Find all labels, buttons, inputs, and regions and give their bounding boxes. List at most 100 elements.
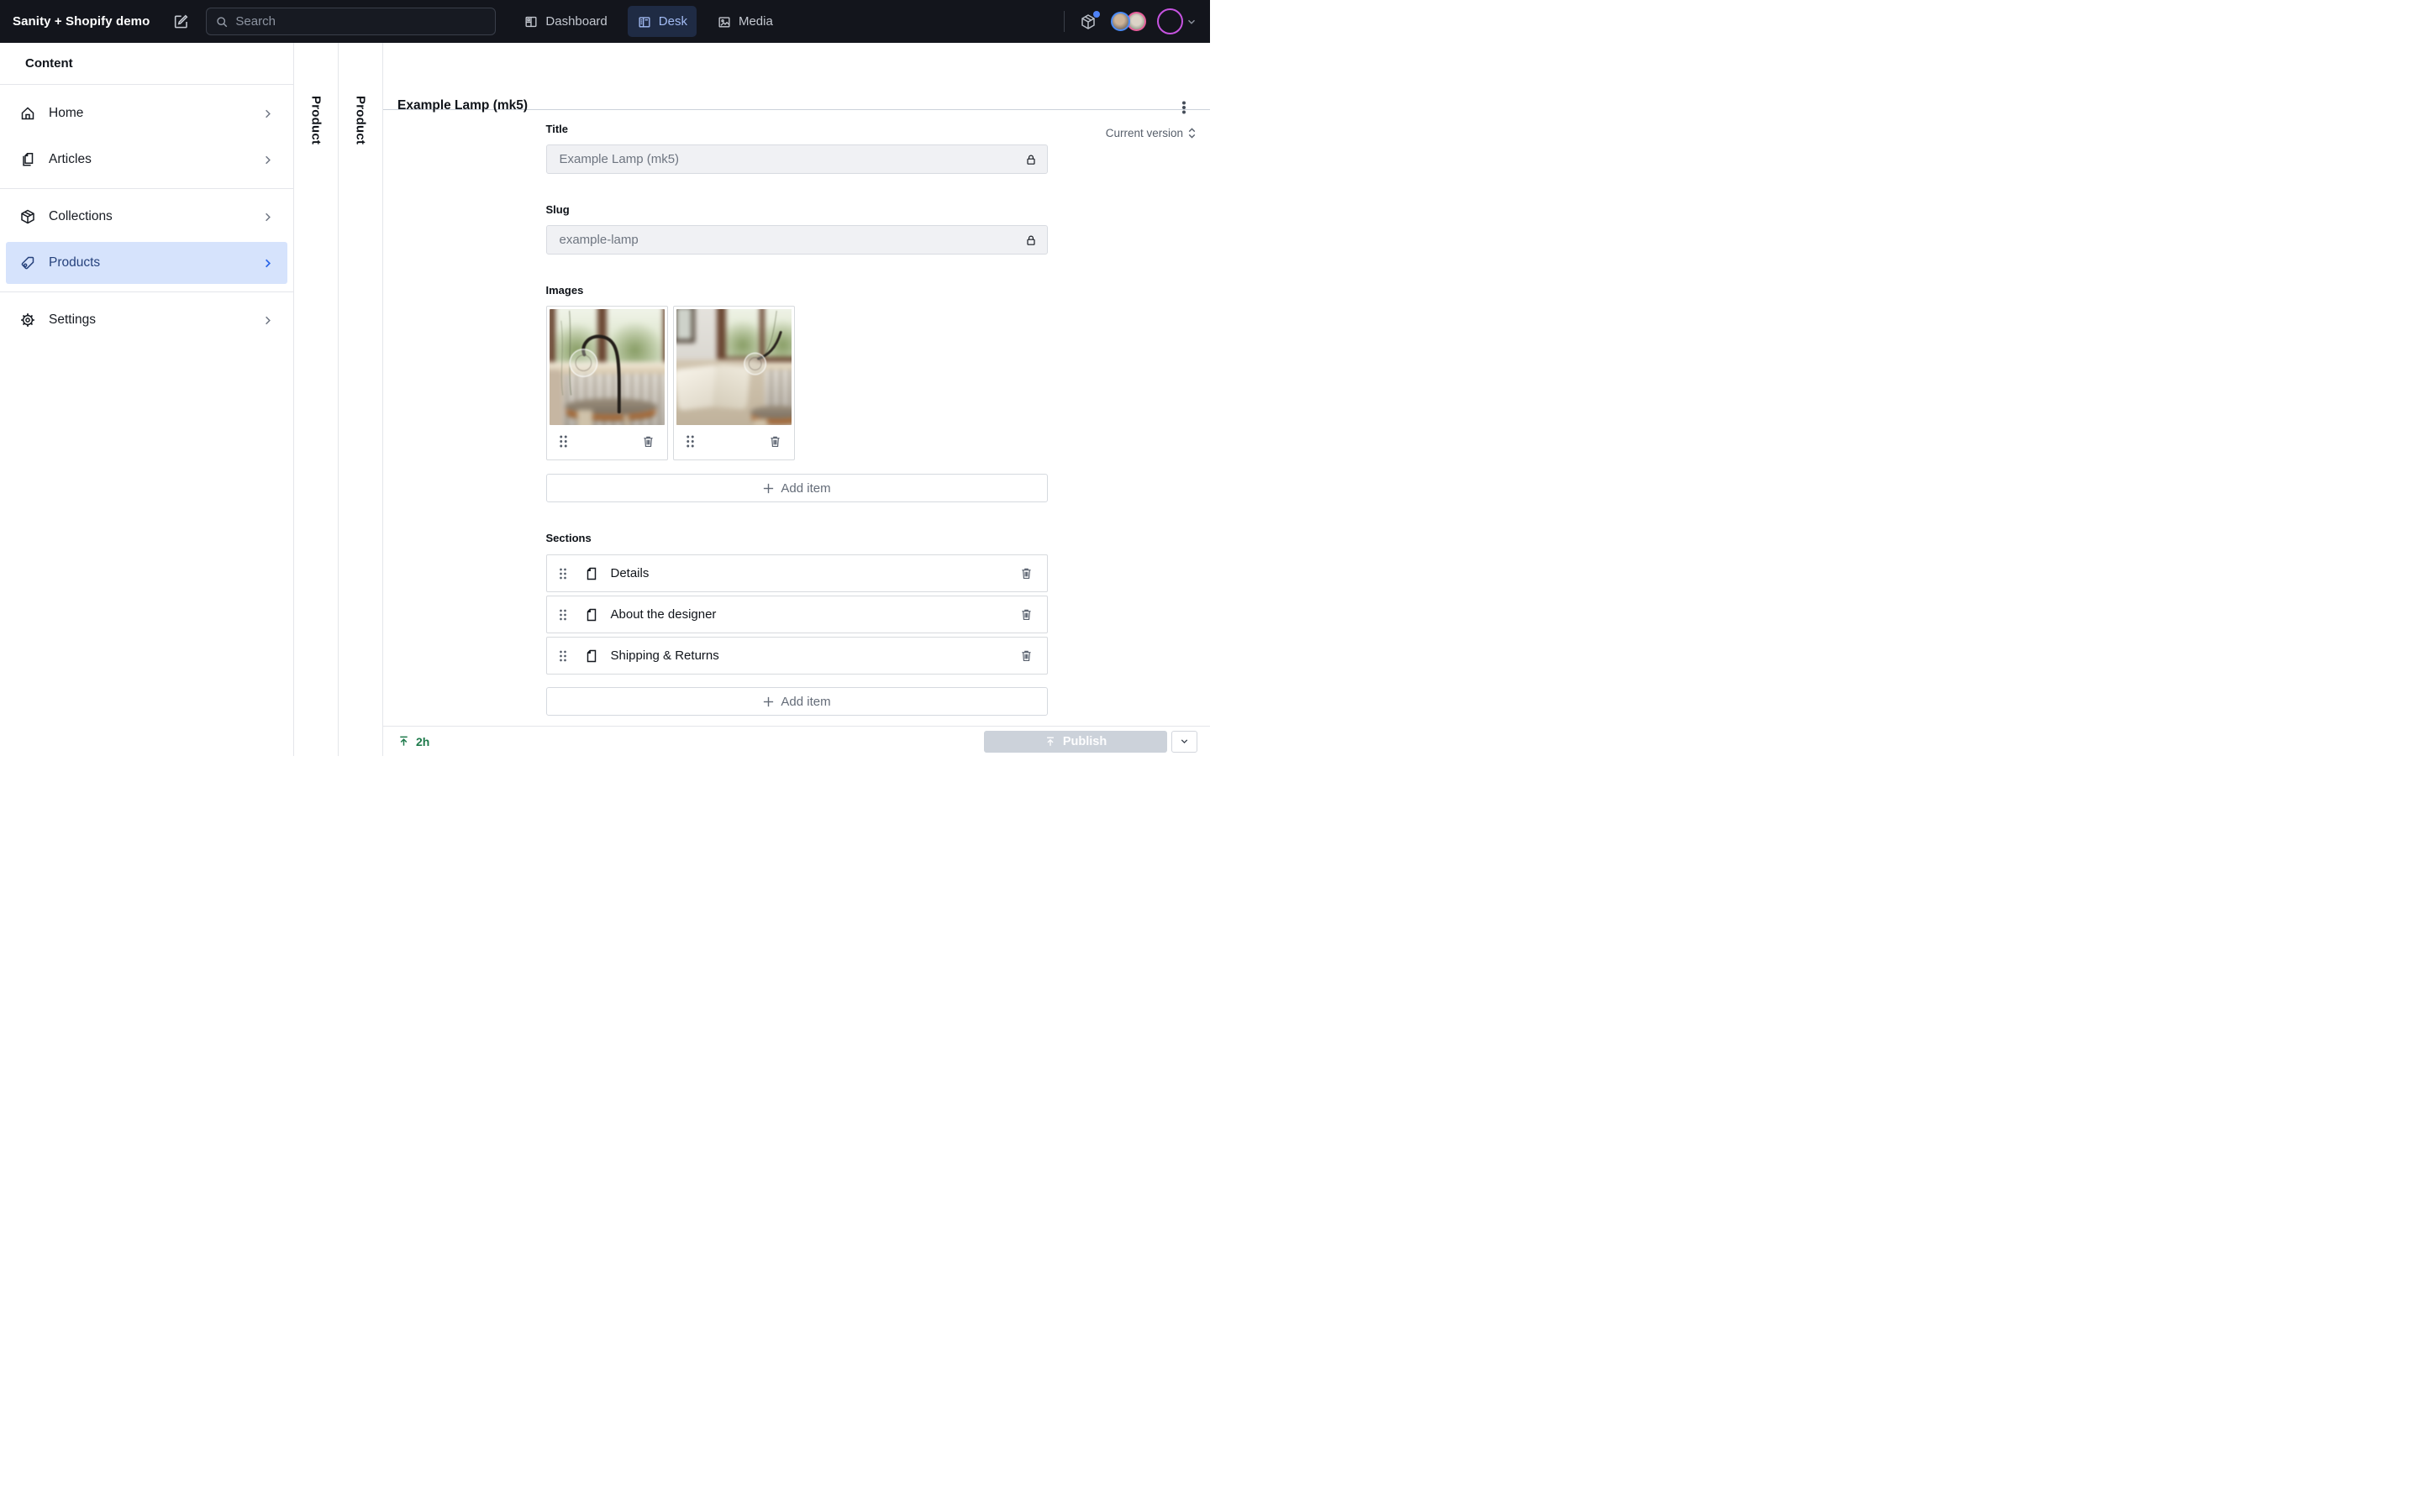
- document-icon: [584, 566, 599, 581]
- image-preview[interactable]: [676, 309, 792, 425]
- drag-handle-icon[interactable]: [557, 565, 569, 582]
- chevron-down-icon[interactable]: [1186, 16, 1197, 28]
- publish-button[interactable]: Publish: [984, 731, 1167, 753]
- drag-handle-icon[interactable]: [557, 606, 569, 623]
- studio-body: Content Home: [0, 43, 1210, 756]
- collapsed-pane-label: Product: [309, 96, 324, 144]
- search-input[interactable]: [235, 14, 487, 29]
- workspace-title[interactable]: Sanity + Shopify demo: [13, 14, 150, 29]
- last-published-time: 2h: [416, 735, 429, 748]
- document-header: Example Lamp (mk5) Current version: [383, 43, 1210, 110]
- collections-icon: [19, 208, 36, 225]
- field-sections: Sections: [546, 532, 1048, 716]
- notification-dot: [1093, 11, 1100, 18]
- trash-icon: [1019, 607, 1034, 622]
- document-menu-button[interactable]: [1174, 97, 1194, 118]
- chevron-right-icon: [261, 108, 274, 120]
- section-item-row[interactable]: Details: [546, 554, 1048, 592]
- sidebar-item-label: Settings: [49, 312, 96, 328]
- presence-avatars[interactable]: [1111, 12, 1146, 31]
- trash-icon: [1019, 648, 1034, 663]
- title-input[interactable]: [546, 144, 1048, 174]
- new-document-button[interactable]: [169, 9, 193, 34]
- global-search: [206, 8, 496, 35]
- publish-menu-button[interactable]: [1171, 731, 1197, 753]
- section-title: Details: [611, 566, 650, 580]
- field-label: Title: [546, 123, 1048, 135]
- sidebar-item-settings[interactable]: Settings: [0, 299, 293, 341]
- user-avatar[interactable]: [1157, 8, 1183, 34]
- delete-image-button[interactable]: [766, 433, 784, 450]
- sidebar-item-label: Home: [49, 106, 83, 121]
- section-item-row[interactable]: Shipping & Returns: [546, 637, 1048, 675]
- chevron-down-icon: [1179, 736, 1190, 747]
- tab-label: Desk: [659, 14, 687, 29]
- drag-handle-icon[interactable]: [557, 433, 570, 450]
- sidebar-item-collections[interactable]: Collections: [0, 196, 293, 238]
- last-published-status[interactable]: 2h: [397, 735, 429, 748]
- tab-label: Dashboard: [545, 14, 607, 29]
- document-title: Example Lamp (mk5): [397, 98, 528, 113]
- sidebar-item-label: Collections: [49, 209, 113, 224]
- media-icon: [717, 14, 732, 29]
- tab-label: Media: [739, 14, 773, 29]
- sidebar-item-home[interactable]: Home: [0, 92, 293, 134]
- document-icon: [584, 607, 599, 622]
- add-image-button[interactable]: Add item: [546, 474, 1048, 502]
- version-selector[interactable]: Current version: [1106, 127, 1197, 139]
- field-title: Title: [546, 123, 1048, 174]
- topbar-divider: [1064, 11, 1065, 32]
- delete-image-button[interactable]: [639, 433, 657, 450]
- image-item-card: [546, 306, 668, 460]
- trash-icon: [641, 434, 655, 449]
- document-editor-pane: Example Lamp (mk5) Current version: [383, 43, 1210, 756]
- add-section-button[interactable]: Add item: [546, 687, 1048, 716]
- sidebar-item-articles[interactable]: Articles: [0, 139, 293, 181]
- desk-icon: [637, 14, 652, 29]
- articles-icon: [19, 151, 36, 168]
- sidebar-item-products[interactable]: Products: [6, 242, 287, 284]
- home-icon: [19, 105, 36, 122]
- tab-media[interactable]: Media: [708, 6, 782, 37]
- sidebar-divider: [0, 188, 293, 189]
- search-icon: [215, 15, 229, 29]
- collapsed-pane-product-list[interactable]: Product: [294, 43, 339, 756]
- section-title: Shipping & Returns: [611, 648, 719, 663]
- dashboard-icon: [523, 14, 539, 29]
- document-footer: 2h Publish: [383, 726, 1210, 756]
- tab-desk[interactable]: Desk: [628, 6, 697, 37]
- publish-arrow-icon: [1044, 736, 1056, 748]
- image-item-card: [673, 306, 795, 460]
- trash-icon: [768, 434, 782, 449]
- field-label: Slug: [546, 203, 1048, 216]
- resources-menu-button[interactable]: [1076, 9, 1101, 34]
- add-item-label: Add item: [781, 695, 830, 709]
- tag-icon: [19, 255, 36, 271]
- pane-header: Content: [0, 43, 293, 85]
- publish-arrow-icon: [397, 735, 410, 748]
- drag-handle-icon[interactable]: [684, 433, 697, 450]
- avatar: [1111, 12, 1130, 31]
- image-preview[interactable]: [550, 309, 665, 425]
- delete-section-button[interactable]: [1018, 647, 1035, 664]
- compose-icon: [172, 13, 190, 30]
- gear-icon: [19, 312, 36, 328]
- trash-icon: [1019, 566, 1034, 580]
- pane-title: Content: [25, 56, 73, 71]
- plus-icon: [762, 482, 775, 495]
- collapsed-pane-label: Product: [354, 96, 368, 144]
- drag-handle-icon[interactable]: [557, 648, 569, 664]
- delete-section-button[interactable]: [1018, 606, 1035, 623]
- field-label: Images: [546, 284, 1048, 297]
- chevron-right-icon: [261, 154, 274, 166]
- lock-icon: [1024, 234, 1038, 247]
- slug-input[interactable]: [546, 225, 1048, 255]
- sidebar-divider: [0, 291, 293, 292]
- lamp-artwork: [550, 309, 665, 423]
- section-title: About the designer: [611, 607, 717, 622]
- section-item-row[interactable]: About the designer: [546, 596, 1048, 633]
- tab-dashboard[interactable]: Dashboard: [514, 6, 616, 37]
- lock-icon: [1024, 153, 1038, 166]
- delete-section-button[interactable]: [1018, 564, 1035, 582]
- collapsed-pane-product[interactable]: Product: [339, 43, 383, 756]
